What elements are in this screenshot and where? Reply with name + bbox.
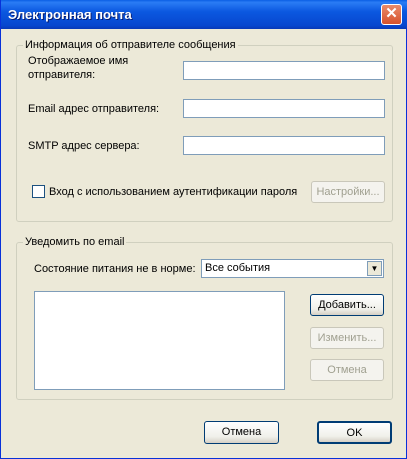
close-icon: ✕ <box>385 5 398 22</box>
sender-info-legend: Информация об отправителе сообщения <box>23 39 238 51</box>
auth-checkbox[interactable] <box>32 185 45 198</box>
recipient-list[interactable] <box>34 291 285 390</box>
ok-button[interactable]: OK <box>317 421 392 444</box>
cancel-button[interactable]: Отмена <box>204 421 279 444</box>
window-title: Электронная почта <box>8 7 132 22</box>
smtp-server-field[interactable] <box>183 136 385 155</box>
remove-button[interactable]: Отмена <box>310 359 384 381</box>
smtp-server-label: SMTP адрес сервера: <box>28 140 140 152</box>
sender-email-field[interactable] <box>183 99 385 118</box>
title-bar[interactable]: Электронная почта ✕ <box>1 0 407 29</box>
auth-checkbox-label[interactable]: Вход с использованием аутентификации пар… <box>49 186 297 198</box>
power-state-select[interactable]: Все события ▼ <box>201 259 384 278</box>
chevron-down-icon[interactable]: ▼ <box>367 261 382 276</box>
edit-button[interactable]: Изменить... <box>310 327 384 349</box>
settings-button[interactable]: Настройки... <box>311 181 385 203</box>
power-state-label: Состояние питания не в норме: <box>34 263 196 275</box>
close-button[interactable]: ✕ <box>381 4 402 25</box>
sender-email-label: Email адрес отправителя: <box>28 103 160 115</box>
display-name-label: Отображаемое имя отправителя: <box>28 55 129 81</box>
display-name-field[interactable] <box>183 61 385 80</box>
notify-email-legend: Уведомить по email <box>23 236 127 248</box>
add-button[interactable]: Добавить... <box>310 294 384 316</box>
email-dialog: Электронная почта ✕ Информация об отправ… <box>0 0 407 459</box>
power-state-value: Все события <box>205 262 271 274</box>
